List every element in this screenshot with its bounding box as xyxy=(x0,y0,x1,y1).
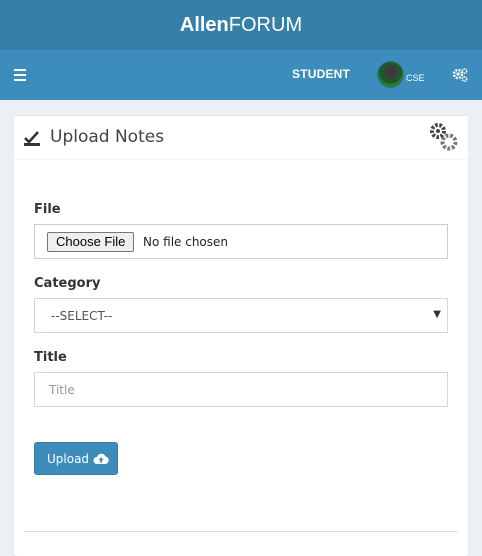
divider xyxy=(24,531,458,532)
file-input[interactable]: Choose File No file chosen xyxy=(34,224,448,259)
brand-rest: FORUM xyxy=(228,14,303,36)
file-status: No file chosen xyxy=(143,235,229,249)
user-role[interactable]: STUDENT xyxy=(292,67,350,81)
gears-icon[interactable] xyxy=(426,119,460,153)
choose-file-button[interactable]: Choose File xyxy=(47,232,135,252)
hamburger-icon[interactable] xyxy=(14,69,26,81)
user-dept[interactable]: CSE xyxy=(406,73,425,83)
title-field[interactable] xyxy=(34,372,448,407)
upload-button[interactable]: Upload xyxy=(34,442,118,475)
avatar[interactable] xyxy=(377,61,404,88)
brand-bold: Allen xyxy=(179,14,229,36)
category-select[interactable]: --SELECT-- ▼ xyxy=(34,298,448,333)
category-label: Category xyxy=(34,276,101,291)
cloud-upload-icon xyxy=(93,453,109,464)
title-input[interactable] xyxy=(47,373,441,406)
top-navbar: STUDENT CSE xyxy=(0,50,482,100)
upload-button-label: Upload xyxy=(47,452,90,466)
check-icon xyxy=(24,131,40,146)
upload-notes-box: Upload Notes File Choose File No file ch… xyxy=(14,115,468,556)
file-label: File xyxy=(34,202,61,217)
box-header: Upload Notes xyxy=(14,116,468,160)
chevron-down-icon: ▼ xyxy=(433,309,441,320)
category-selected: --SELECT-- xyxy=(51,309,113,323)
app-logo[interactable]: AllenFORUM xyxy=(0,0,482,50)
cogs-icon[interactable] xyxy=(452,67,468,83)
box-title: Upload Notes xyxy=(50,127,165,147)
title-label: Title xyxy=(34,350,67,365)
